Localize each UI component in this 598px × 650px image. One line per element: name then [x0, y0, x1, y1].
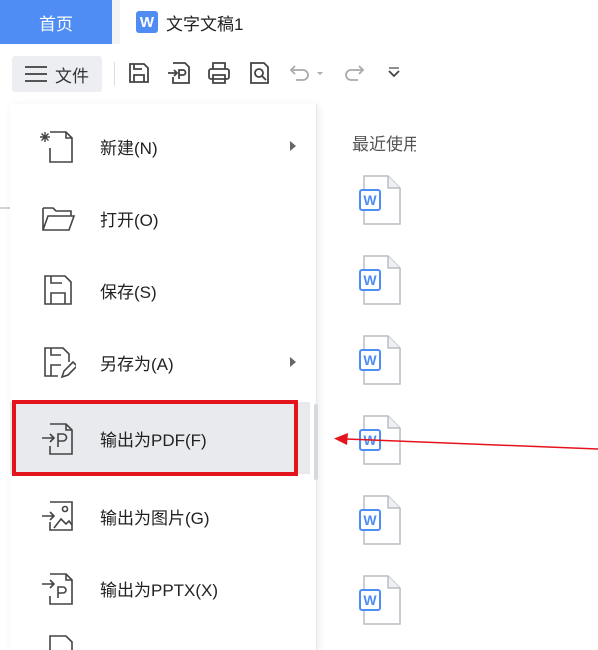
file-menu-label: 文件: [55, 66, 89, 86]
menu-item-save-as[interactable]: 另存为(A): [10, 326, 310, 398]
hamburger-icon: [25, 66, 47, 82]
menu-item-save[interactable]: 保存(S): [10, 254, 310, 326]
menu-item-label: 新建(N): [100, 138, 158, 158]
menu-item-label: 打开(O): [100, 210, 159, 230]
svg-text:W: W: [363, 272, 377, 288]
undo-dropdown-icon[interactable]: [314, 60, 326, 86]
print-preview-icon[interactable]: [246, 60, 272, 86]
svg-text:W: W: [363, 192, 377, 208]
recent-file-word-icon[interactable]: W: [356, 174, 406, 226]
svg-text:W: W: [363, 432, 377, 448]
word-doc-icon: W: [136, 11, 158, 33]
svg-text:W: W: [363, 592, 377, 608]
recent-file-word-icon[interactable]: W: [356, 574, 406, 626]
menu-scrollbar[interactable]: [314, 404, 318, 480]
save-as-icon: [40, 344, 79, 380]
more-chevron-icon[interactable]: [384, 60, 404, 86]
undo-icon[interactable]: [286, 60, 312, 86]
save-icon[interactable]: [126, 60, 152, 86]
export-pptx-icon: [40, 570, 76, 606]
recent-file-word-icon[interactable]: W: [356, 254, 406, 306]
export-image-icon: [40, 498, 76, 534]
new-file-icon: [40, 128, 76, 164]
menu-item-export-image[interactable]: 输出为图片(G): [10, 480, 310, 552]
toolbar-divider: [114, 62, 115, 86]
tab-home-label: 首页: [39, 14, 73, 34]
menu-item-partial[interactable]: [10, 624, 310, 650]
file-menu-button[interactable]: 文件: [12, 56, 102, 92]
submenu-arrow-icon: [290, 141, 296, 151]
submenu-arrow-icon: [290, 357, 296, 367]
tab-bar: 首页 W 文字文稿1: [0, 0, 598, 44]
folder-open-icon: [40, 200, 76, 236]
export-pdf-icon[interactable]: [166, 60, 192, 86]
tab-home[interactable]: 首页: [0, 0, 112, 44]
menu-item-label: 另存为(A): [100, 354, 174, 374]
recent-file-word-icon[interactable]: W: [356, 494, 406, 546]
menu-item-label: 保存(S): [100, 282, 157, 302]
tab-document-title: 文字文稿1: [166, 14, 244, 34]
menu-item-label: 输出为PPTX(X): [100, 580, 219, 600]
quick-toolbar: 文件: [0, 44, 416, 104]
recent-file-word-icon[interactable]: W: [356, 414, 406, 466]
menu-item-new[interactable]: 新建(N): [10, 110, 310, 182]
recent-files-panel: 最近使用 W W W W W W: [326, 104, 416, 650]
recent-file-word-icon[interactable]: W: [356, 334, 406, 386]
print-icon[interactable]: [206, 60, 232, 86]
recent-files-title: 最近使用: [352, 135, 416, 154]
redo-icon[interactable]: [342, 60, 368, 86]
menu-item-label: 输出为图片(G): [100, 508, 210, 528]
menu-item-open[interactable]: 打开(O): [10, 182, 310, 254]
file-menu: 新建(N) 打开(O) 保存(S) 另存为(A) 输出为PDF(F) 输出为图片…: [10, 104, 318, 650]
svg-text:W: W: [363, 512, 377, 528]
save-icon: [40, 272, 76, 308]
highlight-box: [12, 400, 298, 476]
document-icon: [40, 632, 76, 650]
svg-text:W: W: [363, 352, 377, 368]
menu-item-export-pptx[interactable]: 输出为PPTX(X): [10, 552, 310, 624]
tab-document[interactable]: W 文字文稿1: [120, 0, 598, 44]
